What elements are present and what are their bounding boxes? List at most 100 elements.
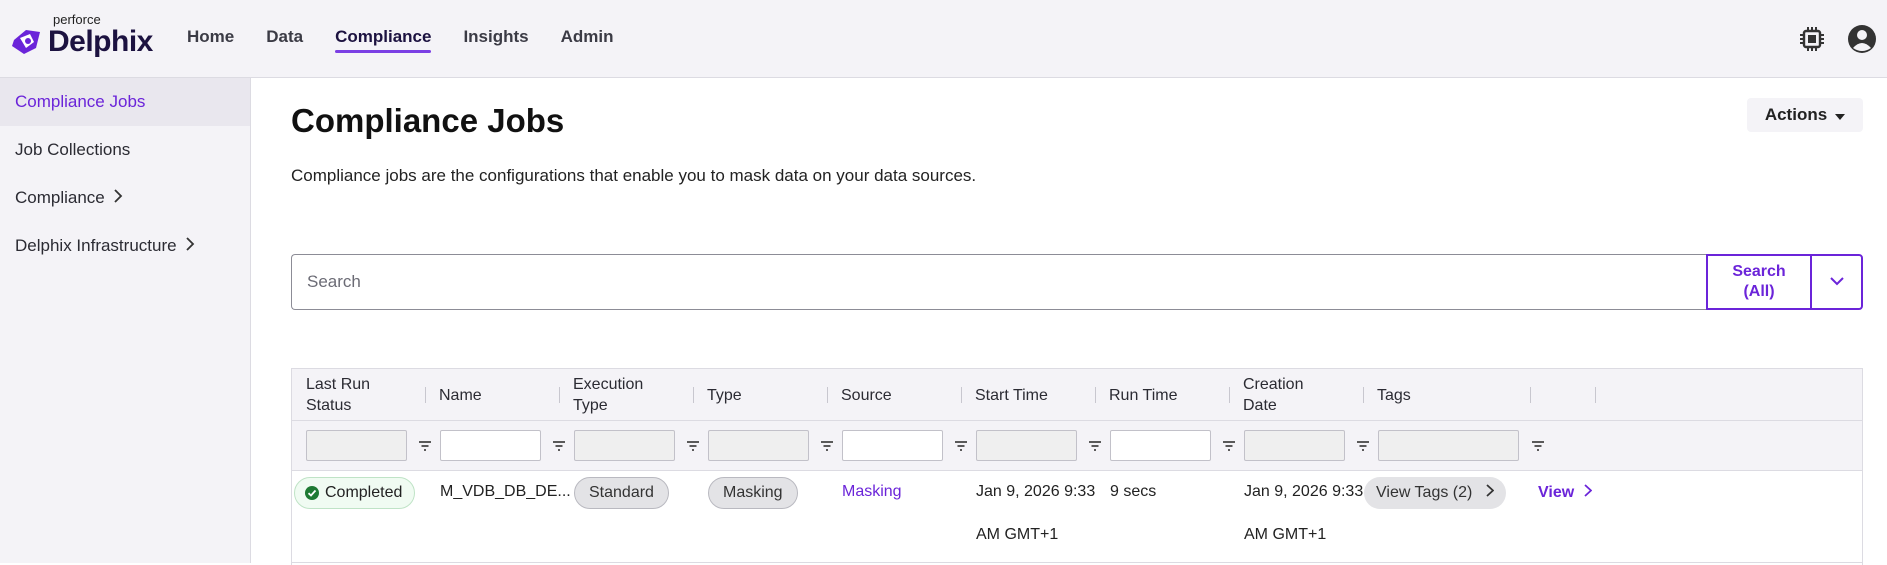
- column-label: Last Run: [306, 376, 371, 393]
- column-label: Tags: [1377, 386, 1411, 404]
- user-account-icon[interactable]: [1847, 24, 1877, 54]
- main-nav: Home Data Compliance Insights Admin: [187, 27, 614, 53]
- nav-compliance[interactable]: Compliance: [335, 27, 432, 53]
- column-label: Type: [707, 386, 742, 404]
- actions-label: Actions: [1764, 105, 1828, 124]
- table-row[interactable]: Completed M_VDB_DB_DE... Standard Maskin…: [292, 471, 1862, 563]
- filter-icon[interactable]: [1087, 438, 1103, 454]
- column-header-creation-date[interactable]: Creation Date: [1243, 369, 1303, 421]
- delphix-logo[interactable]: perforce Delphix: [10, 12, 160, 62]
- creation-time-zone: AM GMT+1: [1244, 526, 1327, 543]
- nav-insights[interactable]: Insights: [463, 27, 528, 53]
- cpu-chip-icon[interactable]: [1797, 24, 1827, 54]
- check-circle-icon: [305, 486, 319, 500]
- filter-last-run-status[interactable]: [306, 430, 407, 461]
- column-label: Run Time: [1109, 386, 1178, 404]
- column-header-type[interactable]: Type: [707, 369, 742, 421]
- column-divider[interactable]: [1363, 387, 1364, 403]
- filter-type[interactable]: [708, 430, 809, 461]
- sidebar: Compliance Jobs Job Collections Complian…: [0, 78, 251, 563]
- filter-execution-type[interactable]: [574, 430, 675, 461]
- jobs-table: Last Run Status Name Execution Type Type S…: [291, 368, 1863, 565]
- sidebar-item-label: Job Collections: [15, 140, 131, 159]
- actions-button[interactable]: Actions: [1747, 98, 1863, 132]
- brand-name: Delphix: [48, 25, 153, 58]
- column-label: Creation: [1243, 376, 1304, 393]
- column-label: Source: [841, 386, 892, 404]
- column-label: Start Time: [975, 386, 1048, 404]
- top-bar: perforce Delphix Home Data Compliance In…: [0, 0, 1887, 78]
- creation-date: Jan 9, 2026 9:33: [1244, 483, 1364, 500]
- column-divider[interactable]: [1530, 387, 1531, 403]
- job-name[interactable]: M_VDB_DB_DE...: [440, 483, 571, 501]
- search-button[interactable]: Search (All): [1706, 254, 1812, 310]
- search-scope-dropdown[interactable]: [1810, 254, 1863, 310]
- view-tags-button[interactable]: View Tags (2): [1364, 477, 1507, 509]
- column-header-tags[interactable]: Tags: [1377, 369, 1411, 421]
- filter-icon[interactable]: [819, 438, 835, 454]
- column-divider[interactable]: [559, 387, 560, 403]
- run-time: 9 secs: [1110, 483, 1157, 500]
- column-divider[interactable]: [1095, 387, 1096, 403]
- column-divider[interactable]: [1229, 387, 1230, 403]
- sidebar-item-compliance-jobs[interactable]: Compliance Jobs: [0, 78, 250, 126]
- sidebar-item-compliance[interactable]: Compliance: [0, 174, 250, 222]
- column-divider[interactable]: [425, 387, 426, 403]
- page-description: Compliance jobs are the configurations t…: [291, 166, 977, 185]
- column-label: Execution: [573, 376, 644, 393]
- start-time-date: Jan 9, 2026 9:33: [976, 483, 1096, 500]
- filter-icon[interactable]: [417, 438, 433, 454]
- sidebar-item-job-collections[interactable]: Job Collections: [0, 126, 250, 174]
- page-title: Compliance Jobs: [291, 102, 565, 139]
- filter-name[interactable]: [440, 430, 541, 461]
- sidebar-item-label: Delphix Infrastructure: [15, 236, 177, 255]
- view-job-link[interactable]: View: [1538, 484, 1593, 502]
- filter-icon[interactable]: [1355, 438, 1371, 454]
- search-button-label: Search: [1732, 263, 1786, 280]
- filter-tags[interactable]: [1378, 430, 1519, 461]
- start-time-zone: AM GMT+1: [976, 526, 1059, 543]
- chevron-down-icon: [1829, 273, 1844, 291]
- execution-type-pill: Standard: [574, 477, 669, 509]
- column-header-name[interactable]: Name: [439, 369, 482, 421]
- nav-data[interactable]: Data: [266, 27, 303, 53]
- column-header-execution-type[interactable]: Execution Type: [573, 369, 643, 421]
- column-label: Name: [439, 386, 482, 404]
- filter-icon[interactable]: [551, 438, 567, 454]
- view-tags-label: View Tags (2): [1376, 484, 1473, 501]
- job-type-pill: Masking: [708, 477, 798, 509]
- column-header-start-time[interactable]: Start Time: [975, 369, 1048, 421]
- status-label: Completed: [325, 484, 403, 501]
- column-header-source[interactable]: Source: [841, 369, 892, 421]
- filter-run-time[interactable]: [1110, 430, 1211, 461]
- chevron-right-icon: [1584, 484, 1593, 502]
- search-scope-label: (All): [1743, 283, 1775, 300]
- sidebar-item-delphix-infrastructure[interactable]: Delphix Infrastructure: [0, 222, 250, 270]
- view-label: View: [1538, 484, 1575, 501]
- filter-source[interactable]: [842, 430, 943, 461]
- column-divider[interactable]: [827, 387, 828, 403]
- chevron-right-icon: [1486, 484, 1495, 502]
- column-divider[interactable]: [1595, 387, 1596, 403]
- source-link[interactable]: Masking: [842, 483, 902, 501]
- delphix-logo-icon: [12, 30, 40, 54]
- filter-row: [292, 421, 1862, 471]
- filter-creation-date[interactable]: [1244, 430, 1345, 461]
- search-input[interactable]: [291, 254, 1706, 310]
- column-label: Date: [1243, 397, 1277, 414]
- column-divider[interactable]: [693, 387, 694, 403]
- column-divider[interactable]: [961, 387, 962, 403]
- filter-icon[interactable]: [1221, 438, 1237, 454]
- sidebar-item-label: Compliance: [15, 188, 105, 207]
- column-header-last-run-status[interactable]: Last Run Status: [306, 369, 370, 421]
- caret-down-icon: [1835, 105, 1846, 125]
- nav-admin[interactable]: Admin: [561, 27, 614, 53]
- nav-home[interactable]: Home: [187, 27, 234, 53]
- filter-icon[interactable]: [685, 438, 701, 454]
- column-header-run-time[interactable]: Run Time: [1109, 369, 1177, 421]
- filter-start-time[interactable]: [976, 430, 1077, 461]
- chevron-right-icon: [113, 188, 123, 208]
- filter-icon[interactable]: [1530, 438, 1546, 454]
- column-label: Status: [306, 397, 352, 414]
- filter-icon[interactable]: [953, 438, 969, 454]
